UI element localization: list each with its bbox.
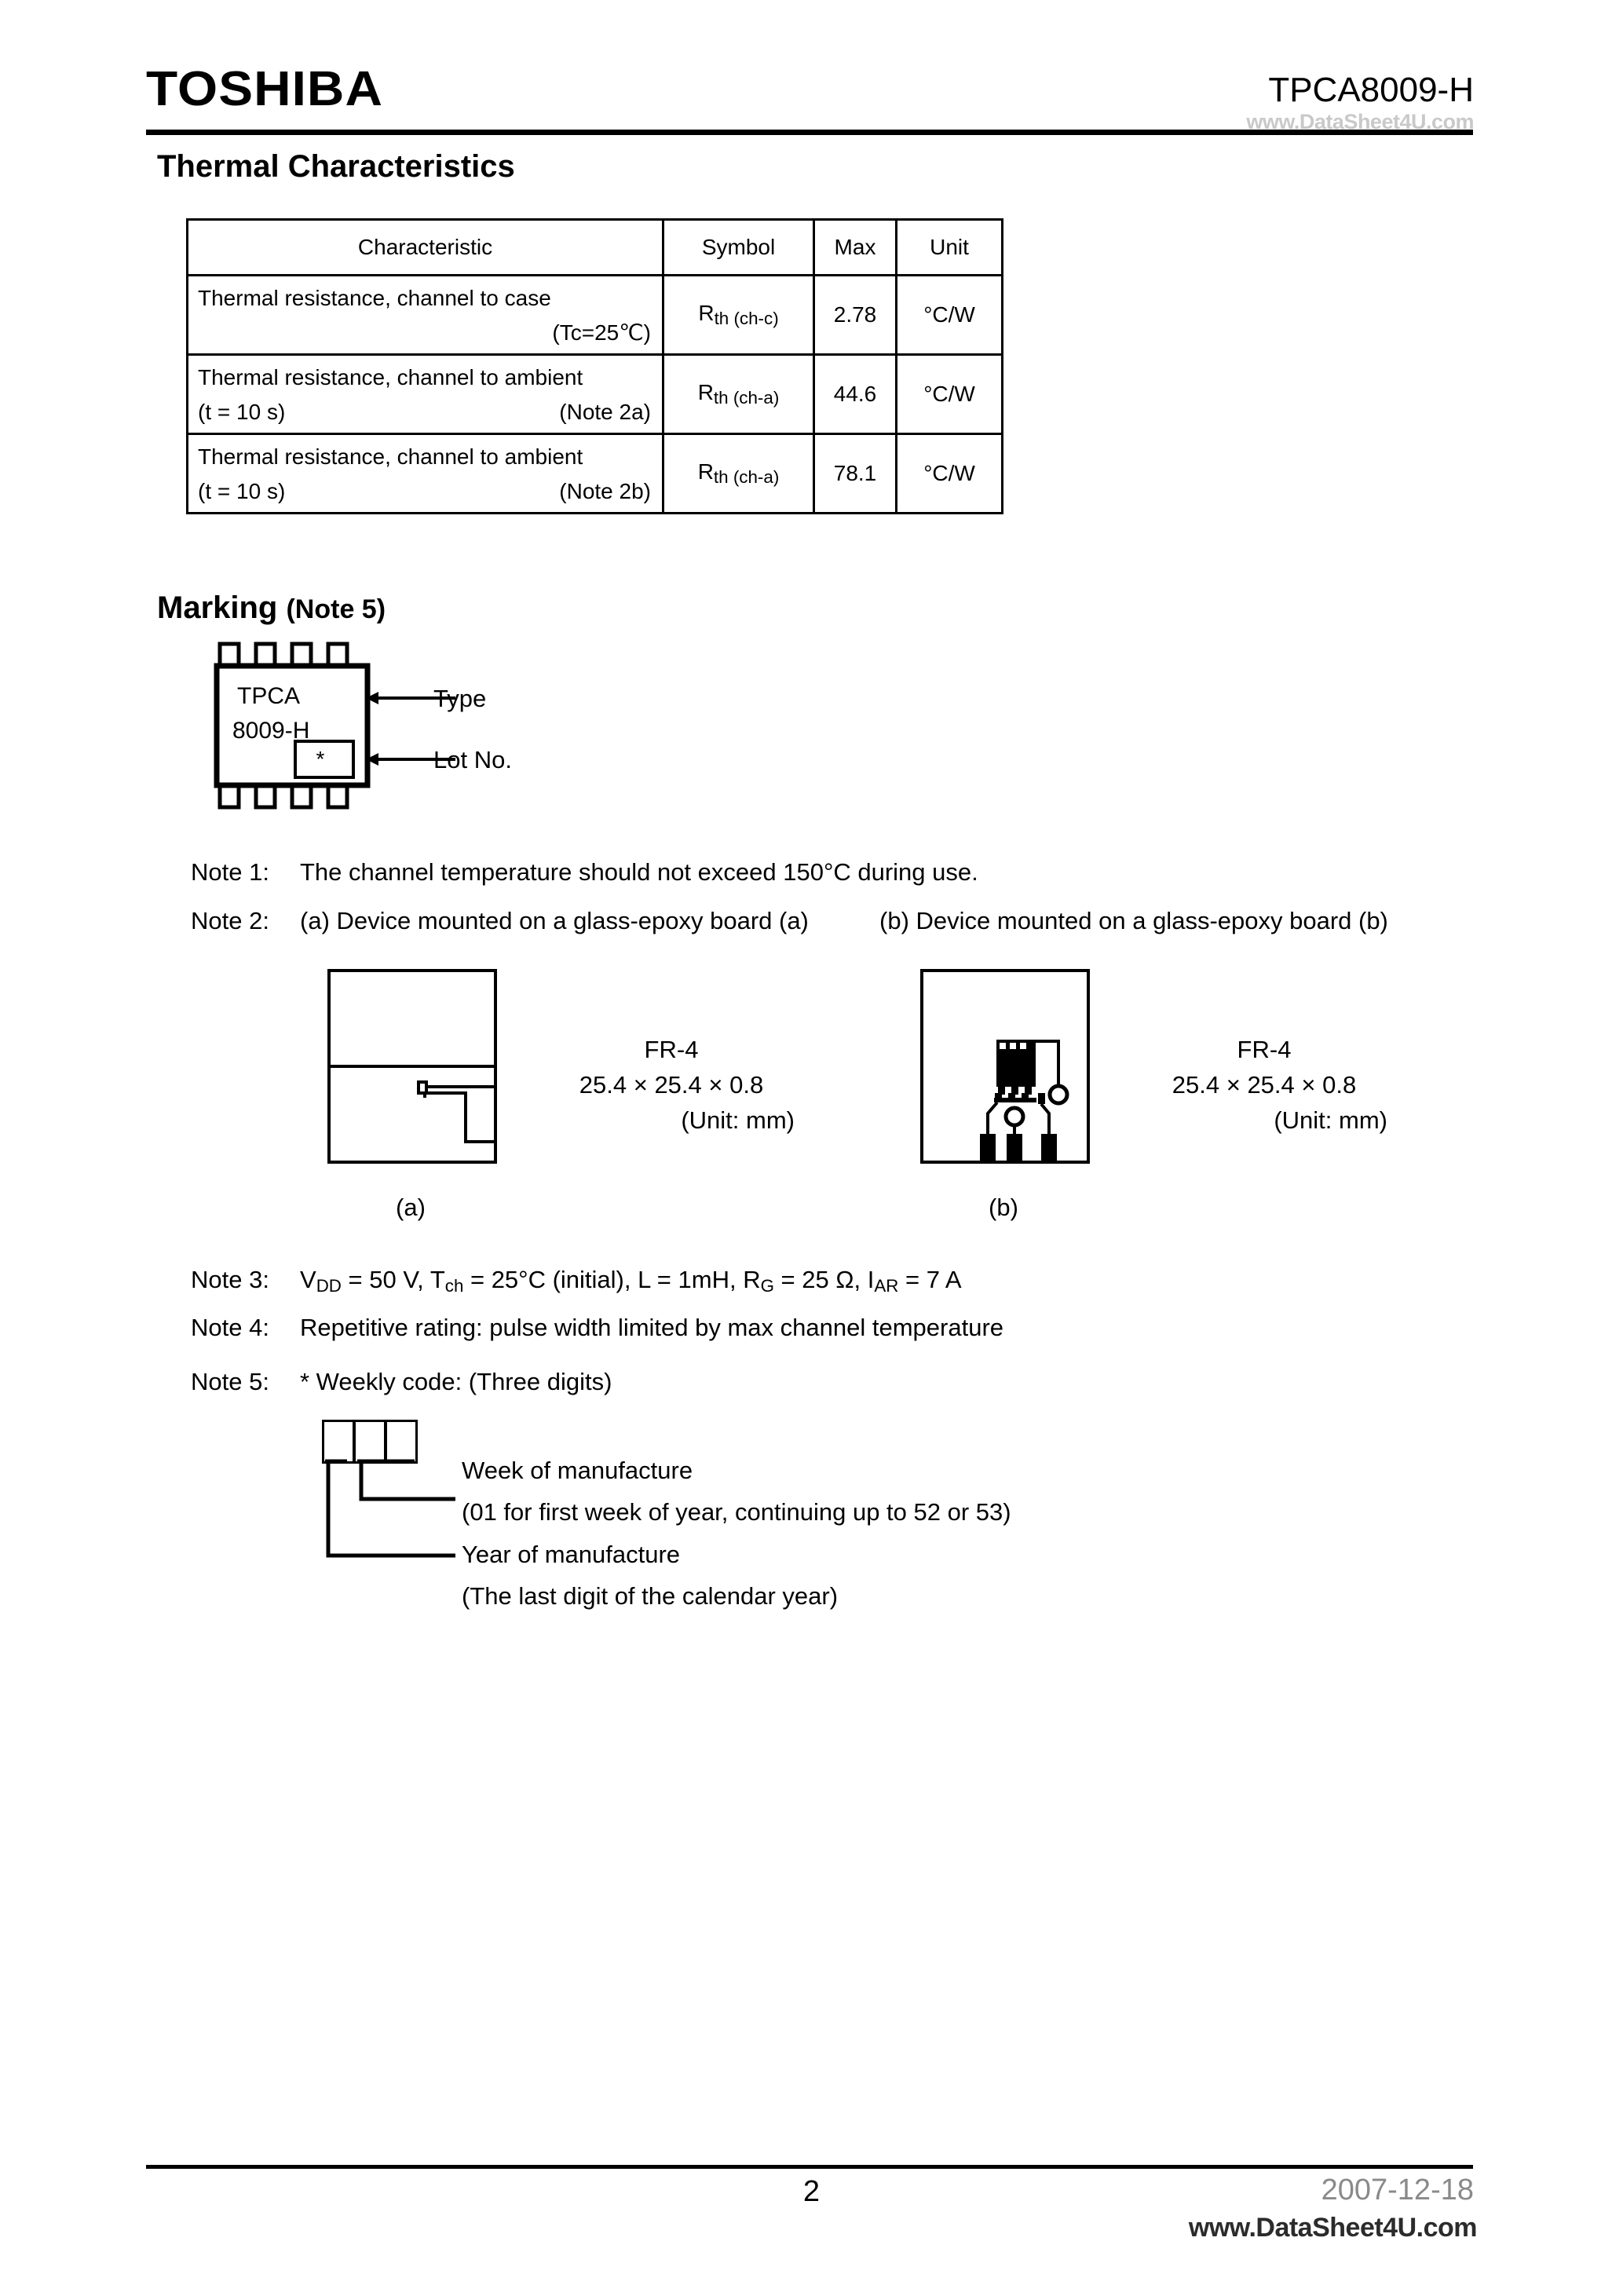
column-header-symbol: Symbol: [662, 218, 815, 276]
characteristic-note-ref: (Note 2b): [559, 479, 651, 503]
note3-tch-subscript: ch: [444, 1275, 464, 1296]
board-b-diagram: [920, 969, 1090, 1164]
board-b-device-body: [996, 1049, 1036, 1087]
note3-text: VDD = 50 V, Tch = 25°C (initial), L = 1m…: [300, 1266, 962, 1296]
characteristic-note-ref: (Note 2a): [559, 400, 651, 424]
note3-tch-value: = 25°C (initial), L = 1mH,: [463, 1266, 744, 1293]
revision-date: 2007-12-18: [1321, 2174, 1474, 2206]
marking-heading-text: Marking: [157, 590, 278, 625]
board-b-device-top-pins: [996, 1040, 1036, 1051]
cell-unit: °C/W: [895, 274, 1003, 356]
package-type-line1: TPCA: [237, 683, 300, 709]
table-row: Thermal resistance, channel to ambient (…: [186, 433, 1003, 514]
note3-label: Note 3:: [191, 1266, 269, 1293]
characteristic-condition: (Tc=25℃): [552, 320, 651, 345]
note4-label: Note 4:: [191, 1314, 269, 1341]
toshiba-logo: TOSHIBA: [146, 62, 383, 116]
board-a-caption: (a): [396, 1194, 426, 1221]
note5-label: Note 5:: [191, 1368, 269, 1395]
column-header-max: Max: [813, 218, 897, 276]
board-a-pad: [417, 1080, 428, 1095]
note3-iar-value: = 7 A: [898, 1266, 962, 1293]
board-a-unit-note: (Unit: mm): [681, 1106, 795, 1134]
note3-rg-subscript: G: [760, 1275, 774, 1296]
note3-vdd-value: = 50 V,: [341, 1266, 430, 1293]
note3-vdd-symbol: V: [300, 1266, 316, 1293]
cell-characteristic: Thermal resistance, channel to case (Tc=…: [186, 274, 664, 356]
column-header-characteristic: Characteristic: [186, 218, 664, 276]
note2-label: Note 2:: [191, 907, 269, 934]
cell-characteristic: Thermal resistance, channel to ambient (…: [186, 353, 664, 435]
cell-max: 2.78: [813, 274, 897, 356]
characteristic-text: Thermal resistance, channel to ambient: [198, 444, 583, 469]
characteristic-time: (t = 10 s): [198, 400, 286, 424]
type-callout-label: Type: [433, 685, 487, 712]
note3-iar-subscript: AR: [874, 1275, 899, 1296]
board-a-diagram: [327, 969, 497, 1164]
board-a-dimensions: 25.4 × 25.4 × 0.8: [579, 1070, 764, 1099]
footer-watermark: www.DataSheet4U.com: [1188, 2213, 1478, 2243]
datasheet-page: TOSHIBA TPCA8009-H www.DataSheet4U.com T…: [0, 0, 1623, 2296]
marking-heading-note: (Note 5): [286, 594, 386, 624]
board-b-caption: (b): [989, 1194, 1018, 1221]
lot-callout-label: Lot No.: [433, 746, 512, 773]
cell-symbol: Rth (ch-a): [662, 433, 815, 514]
note2a-text: (a) Device mounted on a glass-epoxy boar…: [300, 907, 809, 934]
thermal-characteristics-heading: Thermal Characteristics: [157, 149, 515, 184]
note3-vdd-subscript: DD: [316, 1275, 342, 1296]
table-row: Thermal resistance, channel to case (Tc=…: [186, 274, 1003, 356]
week-of-manufacture-label: Week of manufacture: [462, 1457, 693, 1484]
cell-unit: °C/W: [895, 433, 1003, 514]
symbol-subscript: th (ch-a): [713, 466, 780, 487]
note3-rg-value: = 25 Ω,: [773, 1266, 868, 1293]
board-a-spec: FR-4 25.4 × 25.4 × 0.8 (Unit: mm): [542, 1033, 801, 1139]
symbol-main: R: [697, 380, 714, 405]
note1-text: The channel temperature should not excee…: [300, 858, 978, 886]
cell-max: 78.1: [813, 433, 897, 514]
symbol-subscript: th (ch-c): [714, 308, 779, 328]
characteristic-text: Thermal resistance, channel to case: [198, 286, 551, 310]
week-of-manufacture-detail: (01 for first week of year, continuing u…: [462, 1498, 1011, 1526]
cell-unit: °C/W: [895, 353, 1003, 435]
lot-mark-asterisk: *: [316, 747, 325, 771]
symbol-main: R: [697, 459, 714, 484]
marking-heading: Marking (Note 5): [157, 590, 386, 626]
note3-rg-symbol: R: [743, 1266, 761, 1293]
board-a-material: FR-4: [644, 1036, 699, 1063]
symbol-subscript: th (ch-a): [713, 387, 780, 408]
thermal-characteristics-table: Characteristic Symbol Max Unit Thermal r…: [186, 218, 1003, 514]
characteristic-text: Thermal resistance, channel to ambient: [198, 365, 583, 389]
cell-symbol: Rth (ch-a): [662, 353, 815, 435]
board-b-unit-note: (Unit: mm): [1274, 1106, 1387, 1134]
note2b-text: (b) Device mounted on a glass-epoxy boar…: [879, 907, 1388, 934]
week-leader: [357, 1459, 455, 1501]
board-b-spec: FR-4 25.4 × 25.4 × 0.8 (Unit: mm): [1135, 1033, 1394, 1139]
cell-characteristic: Thermal resistance, channel to ambient (…: [186, 433, 664, 514]
table-header-row: Characteristic Symbol Max Unit: [186, 218, 1003, 276]
column-header-unit: Unit: [895, 218, 1003, 276]
board-b-material: FR-4: [1237, 1036, 1292, 1063]
package-marking-diagram: TPCA 8009-H *: [214, 642, 455, 810]
characteristic-time: (t = 10 s): [198, 479, 286, 503]
note3-tch-symbol: T: [430, 1266, 445, 1293]
footer-divider: [146, 2165, 1473, 2169]
header-divider: [146, 130, 1473, 135]
table-row: Thermal resistance, channel to ambient (…: [186, 353, 1003, 435]
symbol-main: R: [698, 301, 715, 326]
year-of-manufacture-label: Year of manufacture: [462, 1541, 681, 1568]
note5-text: * Weekly code: (Three digits): [300, 1368, 612, 1395]
year-of-manufacture-detail: (The last digit of the calendar year): [462, 1582, 839, 1610]
board-b-dimensions: 25.4 × 25.4 × 0.8: [1172, 1070, 1357, 1099]
board-b-terminal-center: [1003, 1106, 1025, 1128]
note4-text: Repetitive rating: pulse width limited b…: [300, 1314, 1004, 1341]
note1-label: Note 1:: [191, 858, 269, 886]
year-leader: [325, 1459, 455, 1558]
cell-symbol: Rth (ch-c): [662, 274, 815, 356]
part-number: TPCA8009-H: [1268, 71, 1474, 109]
board-b-bottom-pads: [980, 1134, 1057, 1162]
board-b-terminal-right: [1047, 1084, 1069, 1106]
cell-max: 44.6: [813, 353, 897, 435]
